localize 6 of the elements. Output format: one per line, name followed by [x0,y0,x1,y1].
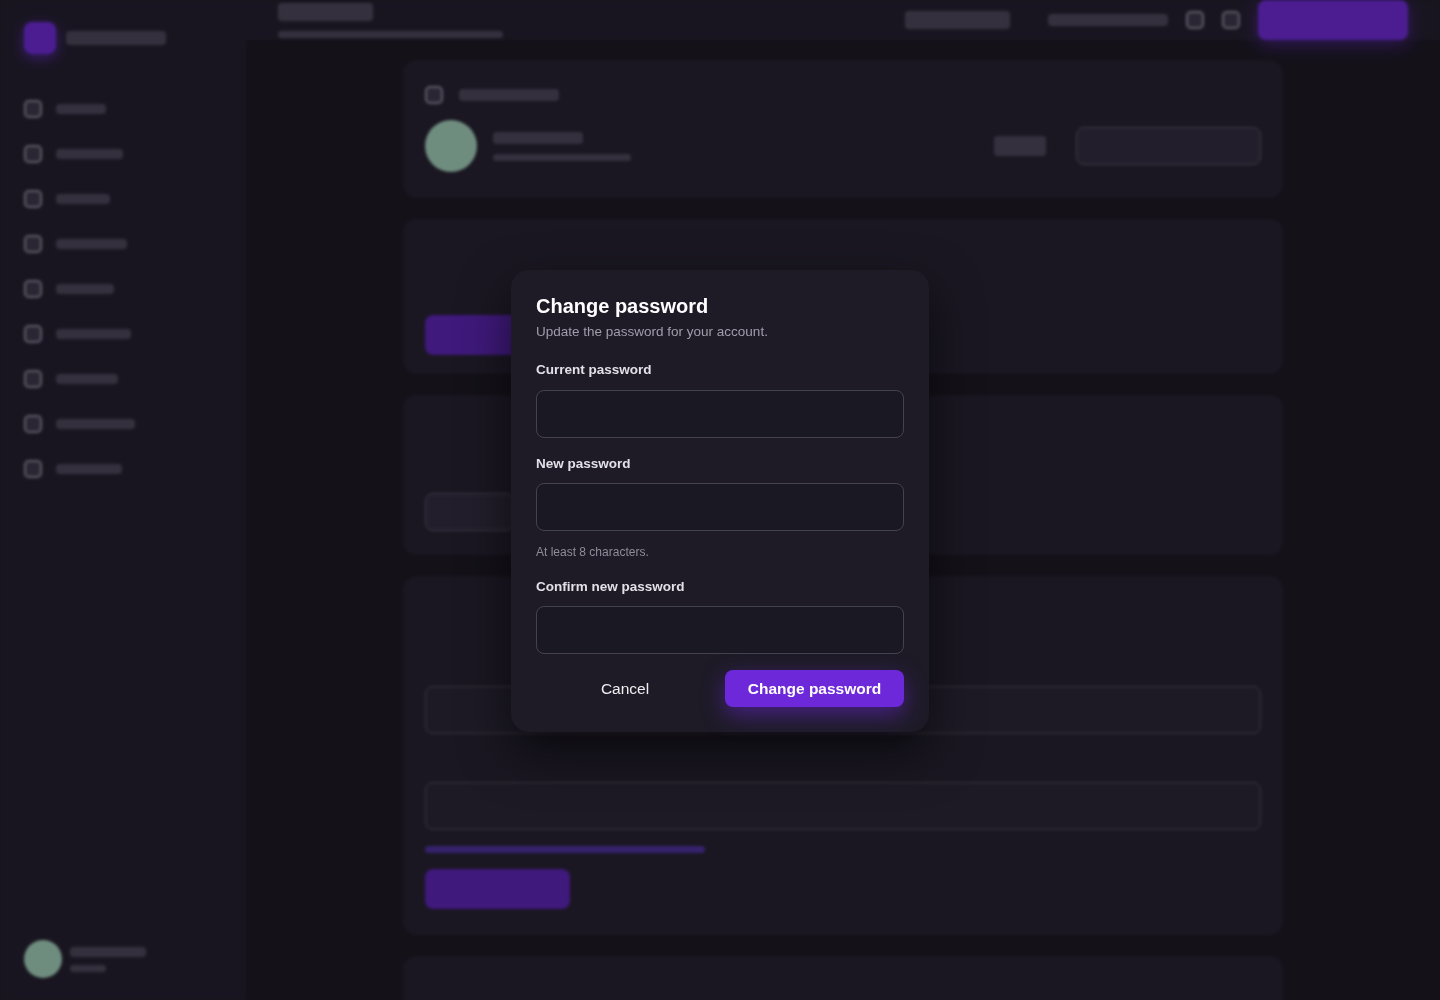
dialog-subtitle: Update the password for your account. [536,323,769,341]
field-label: Current password [536,361,653,380]
field-hint: At least 8 characters. [536,543,650,561]
field-label: New password [536,454,632,473]
dialog-title: Change password [536,294,710,318]
field-label: Confirm new password [536,577,686,596]
